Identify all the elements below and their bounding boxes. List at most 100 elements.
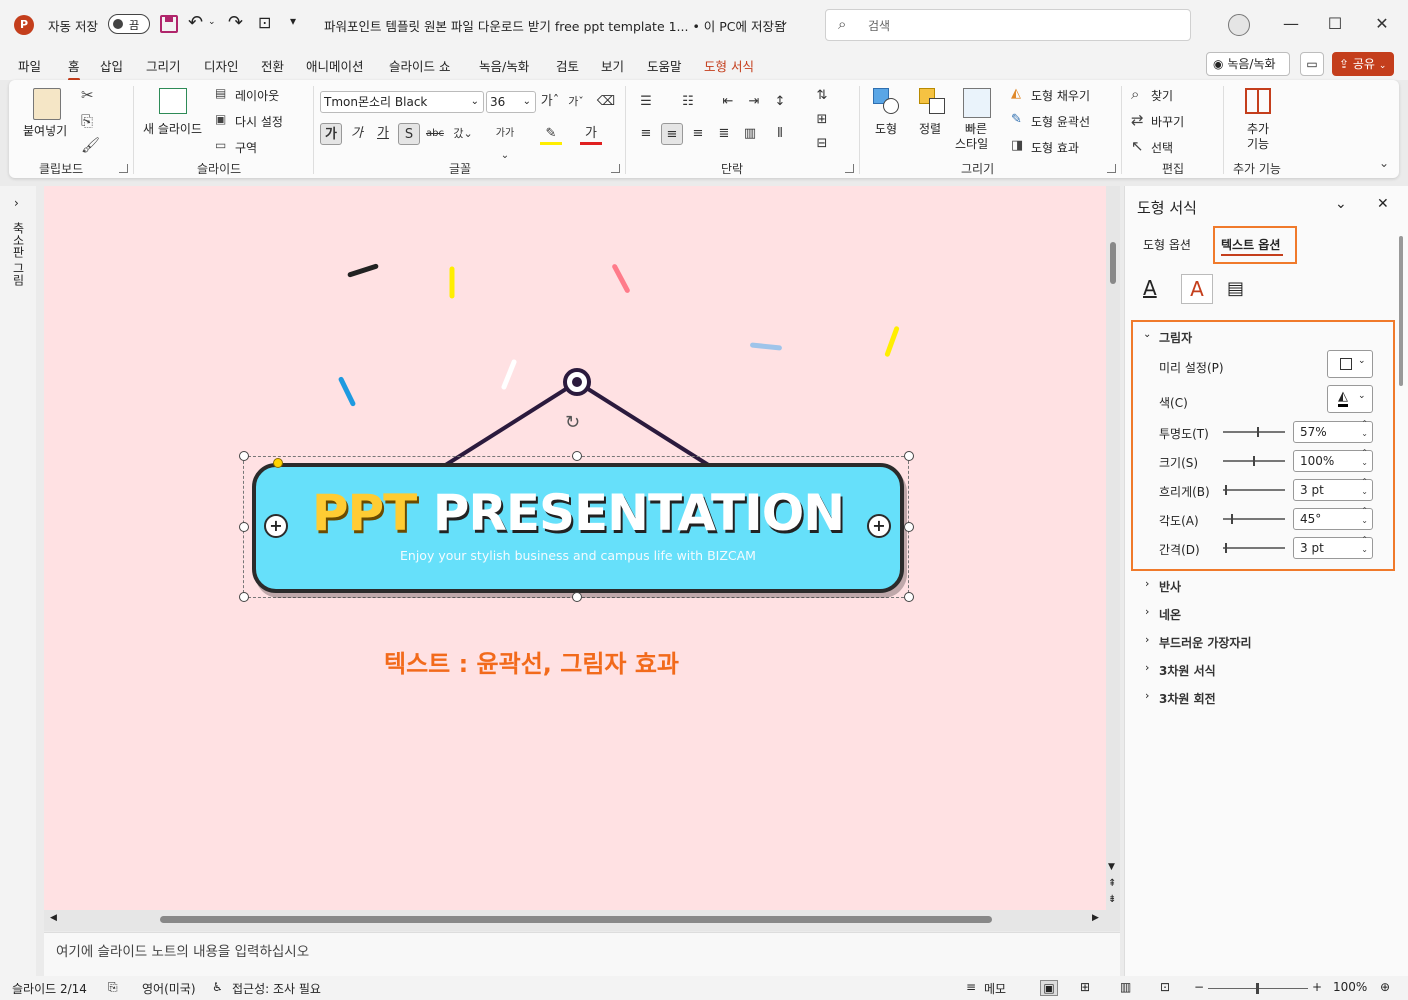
angle-input[interactable]: 45° — [1293, 506, 1373, 530]
cut-icon[interactable]: ✂ — [81, 86, 94, 104]
reflection-chevron-icon[interactable]: › — [1145, 577, 1149, 590]
customize-toolbar-icon[interactable]: ▾ — [290, 14, 296, 28]
drawing-launcher-icon[interactable] — [1107, 164, 1116, 173]
resize-handle-r[interactable] — [904, 522, 914, 532]
reset-button[interactable]: 다시 설정 — [235, 113, 283, 130]
search-box[interactable]: ⌕ 검색 — [825, 9, 1191, 41]
select-button[interactable]: 선택 — [1151, 139, 1173, 156]
tab-design[interactable]: 디자인 — [204, 56, 239, 75]
underline-icon[interactable]: 가 — [372, 123, 394, 145]
font-launcher-icon[interactable] — [611, 164, 620, 173]
distance-input[interactable]: 3 pt — [1293, 535, 1373, 559]
quick-styles-icon[interactable] — [963, 88, 991, 118]
close-window-icon[interactable]: ✕ — [1367, 10, 1397, 38]
share-button[interactable]: ⇪ 공유 ⌄ — [1332, 52, 1394, 76]
arrange-button[interactable]: 정렬 — [919, 120, 941, 137]
resize-handle-br[interactable] — [904, 592, 914, 602]
3d-format-chevron-icon[interactable]: › — [1145, 661, 1149, 674]
tab-view[interactable]: 보기 — [601, 56, 624, 75]
maximize-icon[interactable]: ☐ — [1320, 10, 1350, 38]
find-button[interactable]: 찾기 — [1151, 87, 1173, 104]
char-spacing-icon[interactable]: 갔⌄ — [452, 123, 474, 145]
angle-slider-thumb[interactable] — [1231, 514, 1233, 524]
reflection-section-header[interactable]: 반사 — [1159, 578, 1181, 595]
reading-view-icon[interactable]: ▥ — [1120, 980, 1131, 994]
copy-icon[interactable]: ⎘ — [81, 112, 93, 130]
textbox-icon[interactable]: ▤ — [1227, 278, 1244, 299]
clear-formatting-icon[interactable]: ⌫ — [595, 91, 617, 113]
tab-animations[interactable]: 애니메이션 — [306, 56, 364, 75]
collapse-ribbon-icon[interactable]: ⌄ — [1379, 156, 1389, 170]
slide-caption[interactable]: 텍스트 : 윤곽선, 그림자 효과 — [384, 644, 679, 679]
record-button[interactable]: ◉ 녹음/녹화 — [1206, 52, 1290, 76]
tab-insert[interactable]: 삽입 — [100, 56, 123, 75]
size-input[interactable]: 100% — [1293, 448, 1373, 472]
tab-record[interactable]: 녹음/녹화 — [479, 56, 529, 75]
clipboard-launcher-icon[interactable] — [119, 164, 128, 173]
resize-handle-t[interactable] — [572, 451, 582, 461]
align-text-icon[interactable]: ⊞ — [811, 109, 833, 131]
shadow-preset-dropdown[interactable]: ⌄ — [1327, 350, 1373, 378]
smartart-icon[interactable]: ⊟ — [811, 133, 833, 155]
accessibility-status[interactable]: 접근성: 조사 필요 — [232, 980, 321, 997]
zoom-in-icon[interactable]: + — [1312, 980, 1322, 994]
present-from-start-icon[interactable]: ⊡ — [258, 13, 271, 32]
scroll-right-icon[interactable]: ▶ — [1092, 913, 1099, 923]
bullets-icon[interactable]: ☰ — [635, 91, 657, 113]
new-slide-icon[interactable] — [159, 88, 187, 114]
autosave-toggle[interactable]: 끔 — [108, 14, 150, 34]
shadow-color-dropdown[interactable]: ◭ ⌄ — [1327, 385, 1373, 413]
layout-button[interactable]: 레이아웃 — [235, 87, 279, 104]
italic-icon[interactable]: 가 — [346, 123, 368, 145]
transparency-slider[interactable] — [1223, 427, 1285, 437]
blur-slider-thumb[interactable] — [1225, 485, 1227, 495]
shape-outline-button[interactable]: 도형 윤곽선 — [1031, 113, 1090, 130]
notes-pane[interactable]: 여기에 슬라이드 노트의 내용을 입력하십시오 — [44, 932, 1120, 976]
tab-help[interactable]: 도움말 — [647, 56, 682, 75]
glow-section-header[interactable]: 네온 — [1159, 606, 1181, 623]
shadow-section-header[interactable]: 그림자 — [1159, 329, 1192, 346]
pane-close-icon[interactable]: ✕ — [1377, 196, 1389, 212]
decrease-indent-icon[interactable]: ⇤ — [717, 91, 739, 113]
next-slide-icon[interactable]: ⇟ — [1108, 894, 1116, 905]
resize-handle-b[interactable] — [572, 592, 582, 602]
tab-transitions[interactable]: 전환 — [261, 56, 284, 75]
slide-sorter-icon[interactable]: ⊞ — [1080, 980, 1090, 994]
3d-format-section-header[interactable]: 3차원 서식 — [1159, 662, 1216, 679]
tab-draw[interactable]: 그리기 — [146, 56, 181, 75]
shadow-chevron-icon[interactable]: ⌄ — [1143, 329, 1151, 340]
document-title[interactable]: 파워포인트 템플릿 원본 파일 다운로드 받기 free ppt templat… — [324, 16, 786, 35]
tab-file[interactable]: 파일 — [18, 56, 41, 75]
increase-font-icon[interactable]: 가ˆ — [539, 91, 561, 113]
blur-input[interactable]: 3 pt — [1293, 477, 1373, 501]
scroll-left-icon[interactable]: ◀ — [50, 913, 57, 923]
quick-styles-label-2[interactable]: 스타일 — [955, 135, 988, 152]
resize-handle-tl[interactable] — [239, 451, 249, 461]
tab-home[interactable]: 홈 — [68, 56, 80, 81]
zoom-level[interactable]: 100% — [1333, 980, 1367, 994]
adjust-handle[interactable] — [273, 458, 283, 468]
undo-dropdown-icon[interactable]: ⌄ — [208, 17, 216, 27]
columns-icon[interactable]: ⫴ — [769, 123, 791, 145]
account-avatar-icon[interactable] — [1228, 14, 1250, 36]
slideshow-view-icon[interactable]: ⊡ — [1160, 980, 1170, 994]
transparency-slider-thumb[interactable] — [1257, 427, 1259, 437]
line-spacing-icon[interactable]: ↕ — [769, 91, 791, 113]
shape-fill-button[interactable]: 도형 채우기 — [1031, 87, 1090, 104]
bold-icon[interactable]: 가 — [320, 123, 342, 145]
size-slider[interactable] — [1223, 456, 1285, 466]
text-effects-icon[interactable]: A — [1181, 274, 1213, 304]
title-chevron-down-icon[interactable]: ⌄ — [779, 14, 789, 28]
paragraph-launcher-icon[interactable] — [845, 164, 854, 173]
resize-handle-l[interactable] — [239, 522, 249, 532]
vertical-scroll-thumb[interactable] — [1110, 242, 1116, 284]
distance-slider-thumb[interactable] — [1225, 543, 1227, 553]
shadow-text-icon[interactable]: S — [398, 123, 420, 145]
zoom-out-icon[interactable]: − — [1194, 980, 1204, 994]
prev-slide-icon[interactable]: ⇞ — [1108, 878, 1116, 889]
new-slide-button[interactable]: 새 슬라이드 — [143, 120, 202, 137]
notes-button[interactable]: 메모 — [984, 980, 1006, 997]
slide-subtitle[interactable]: Enjoy your stylish business and campus l… — [260, 548, 896, 563]
blur-slider[interactable] — [1223, 485, 1285, 495]
increase-indent-icon[interactable]: ⇥ — [743, 91, 765, 113]
